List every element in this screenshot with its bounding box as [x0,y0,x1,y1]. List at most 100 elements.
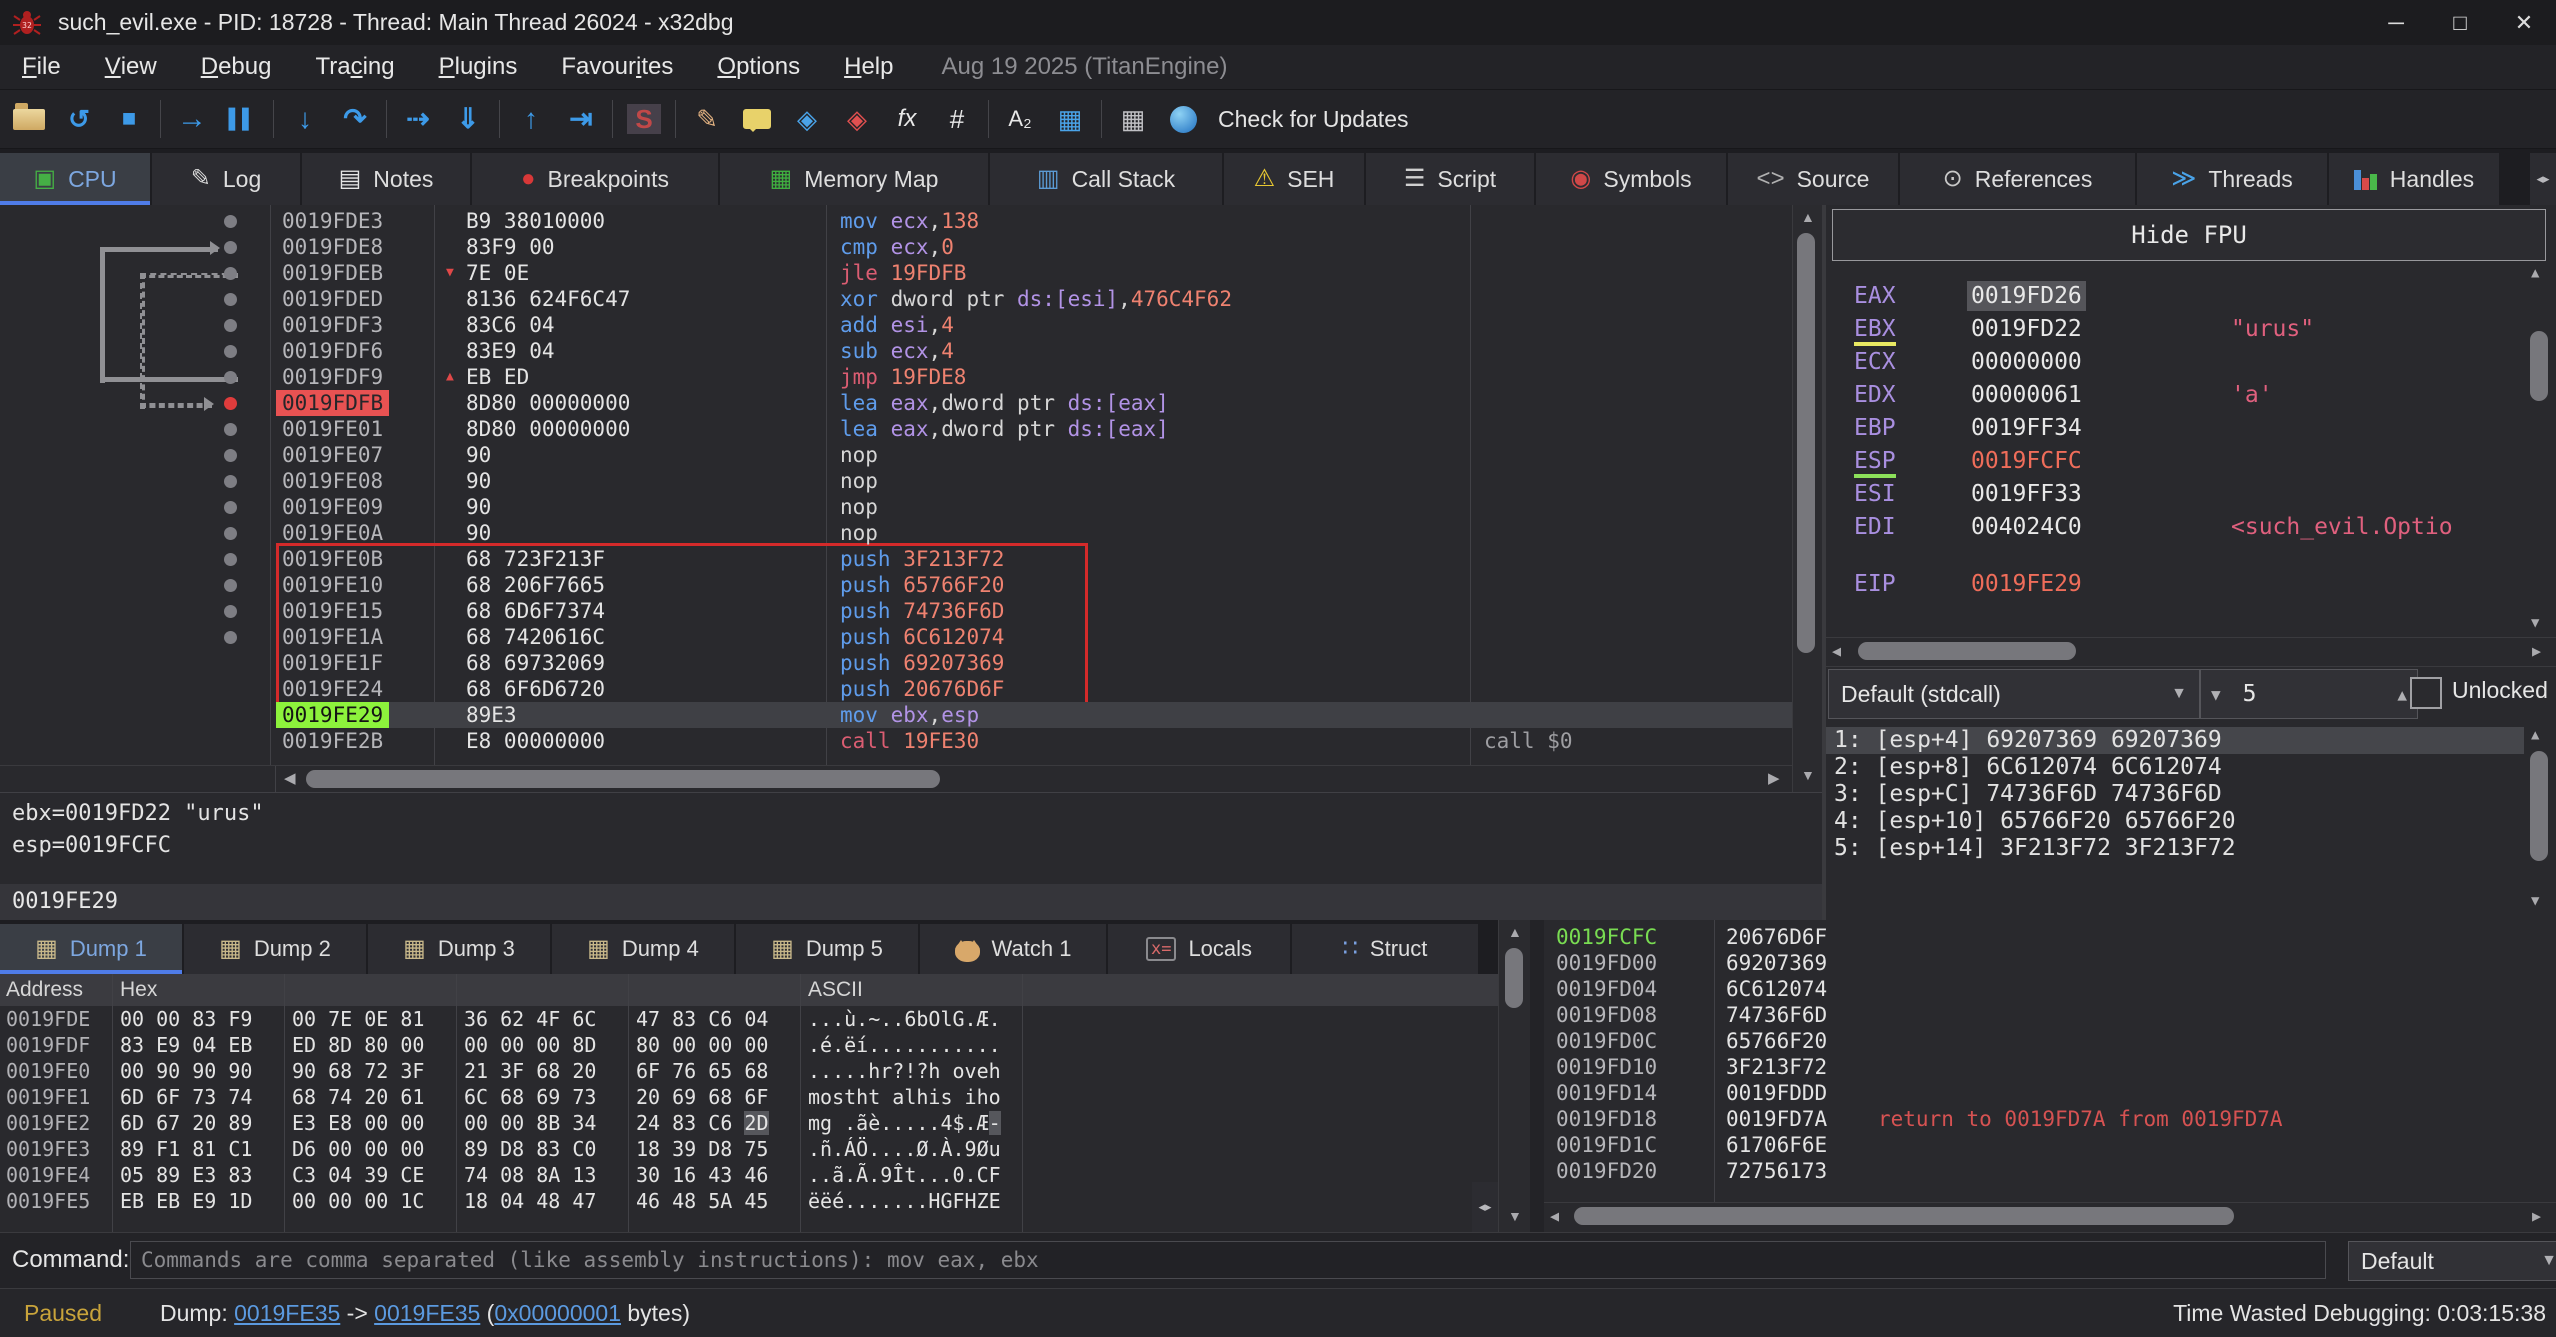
disassembly-hscrollbar[interactable]: ◀ ▶ [0,765,1792,792]
run-icon[interactable]: → [167,95,217,143]
tab-threads[interactable]: ≫ Threads [2137,153,2327,205]
scroll-thumb[interactable] [306,770,940,788]
tab-struct[interactable]: ∷ Struct [1292,924,1478,974]
register-row-ecx[interactable]: ECX 00000000 [1826,347,2526,377]
dump-to-link[interactable]: 0019FE35 [374,1300,480,1326]
calculator-icon[interactable]: ▦ [1108,95,1158,143]
tab-dump-2[interactable]: ▦ Dump 2 [184,924,366,974]
hex-dump-row[interactable]: 0019FE3 89 F1 81 C1 D6 00 00 00 89 D8 83 C0… [0,1136,1498,1162]
disasm-row[interactable]: 0019FDF9 ▲ EB ED jmp 19FDE8 [0,364,1792,390]
dump-size-link[interactable]: 0x00000001 [494,1300,621,1326]
disasm-row[interactable]: 0019FE10 68 206F7665 push 65766F20 [0,572,1792,598]
registers-vscrollbar[interactable]: ▲ ▼ [2528,265,2550,635]
hex-dump-row[interactable]: 0019FE2 6D 67 20 89 E3 E8 00 00 00 00 8B 34… [0,1110,1498,1136]
dump-vscrollbar[interactable]: ▲ ▼ [1498,920,1531,1232]
spinner-up-icon[interactable]: ▲ [2397,685,2407,704]
scroll-up-icon[interactable]: ▲ [2531,727,2539,743]
animate-icon[interactable]: S [619,95,669,143]
disasm-row[interactable]: 0019FDEB ▼ 7E 0E jle 19FDFB [0,260,1792,286]
register-row-edi[interactable]: EDI 004024C0 <such_evil.Optio [1826,512,2526,542]
argument-row[interactable]: 2: [esp+8] 6C612074 6C612074 [1826,754,2524,781]
scroll-down-icon[interactable]: ▼ [1508,1208,1522,1224]
menu-tracing[interactable]: Tra c ing [293,45,416,89]
tab-handles[interactable]: Handles [2329,153,2499,205]
menu-debug[interactable]: Debug [179,45,294,89]
tab-notes[interactable]: ▤ Notes [302,153,470,205]
tab-locals[interactable]: x= Locals [1108,924,1290,974]
open-file-icon[interactable] [4,95,54,143]
stack-row[interactable]: 0019FD1C 61706F6E [1544,1132,2556,1158]
disasm-row[interactable]: 0019FDFB 8D80 00000000 lea eax,dword ptr d… [0,390,1792,416]
scroll-thumb[interactable] [1797,233,1815,653]
functions-icon[interactable]: fx [882,95,932,143]
arguments-vscrollbar[interactable]: ▲ ▼ [2528,727,2550,917]
hex-dump-row[interactable]: 0019FE4 05 89 E3 83 C3 04 39 CE 74 08 8A 13… [0,1162,1498,1188]
argument-row[interactable]: 3: [esp+C] 74736F6D 74736F6D [1826,781,2524,808]
row-dot[interactable] [224,449,237,462]
tab-log[interactable]: ✎ Log [152,153,300,205]
labels-icon[interactable]: ◈ [782,95,832,143]
hex-dump-row[interactable]: 0019FDF 83 E9 04 EB ED 8D 80 00 00 00 00 8D… [0,1032,1498,1058]
scroll-right-icon[interactable]: ▶ [2532,1203,2541,1229]
trace-over-icon[interactable]: ⇓ [443,95,493,143]
scroll-thumb[interactable] [2530,331,2548,401]
argument-row[interactable]: 1: [esp+4] 69207369 69207369 [1826,727,2524,754]
row-dot[interactable] [224,553,237,566]
breakpoint-dot[interactable] [224,397,237,410]
scroll-down-icon[interactable]: ▼ [2531,893,2539,909]
close-button[interactable]: ✕ [2492,0,2556,45]
trace-into-icon[interactable]: ⇢ [393,95,443,143]
scroll-left-icon[interactable]: ◀ [284,766,296,792]
menu-help[interactable]: Help [822,45,915,89]
disasm-row[interactable]: 0019FDF6 83E9 04 sub ecx,4 [0,338,1792,364]
disasm-row[interactable]: 0019FE07 90 nop [0,442,1792,468]
row-dot[interactable] [224,527,237,540]
scroll-right-icon[interactable]: ▶ [2532,638,2541,664]
menu-view[interactable]: View [83,45,179,89]
tab-references[interactable]: ⊙ References [1900,153,2135,205]
scroll-up-icon[interactable]: ▲ [1801,209,1815,225]
scroll-down-icon[interactable]: ▼ [1801,767,1815,783]
scroll-right-icon[interactable]: ▶ [1768,766,1780,792]
stack-row[interactable]: 0019FCFC 20676D6F [1544,924,2556,950]
step-over-icon[interactable]: ↷ [330,95,380,143]
stack-row[interactable]: 0019FD20 72756173 [1544,1158,2556,1184]
scroll-left-icon[interactable]: ◀ [1832,638,1841,664]
argument-row[interactable]: 4: [esp+10] 65766F20 65766F20 [1826,808,2524,835]
row-dot[interactable] [224,267,237,280]
font-icon[interactable]: A₂ [995,95,1045,143]
tab-memory-map[interactable]: ▦ Memory Map [720,153,988,205]
restart-icon[interactable]: ↺ [54,95,104,143]
tab-source[interactable]: <> Source [1728,153,1898,205]
tab-cpu[interactable]: ▣ CPU [0,153,150,205]
disasm-row[interactable]: 0019FDED 8136 624F6C47 xor dword ptr ds:[e… [0,286,1792,312]
execute-till-return-icon[interactable]: ↑ [506,95,556,143]
hash-icon[interactable]: # [932,95,982,143]
row-dot[interactable] [224,501,237,514]
scroll-thumb[interactable] [1505,948,1523,1008]
menu-file[interactable]: File [0,45,83,89]
register-row-ebp[interactable]: EBP 0019FF34 [1826,413,2526,443]
row-dot[interactable] [224,241,237,254]
calling-convention-combo[interactable]: Default (stdcall) ▼ [1828,669,2200,719]
hide-fpu-button[interactable]: Hide FPU [1832,209,2546,261]
unlocked-checkbox[interactable] [2410,677,2442,709]
disasm-row[interactable]: 0019FE0A 90 nop [0,520,1792,546]
disasm-row[interactable]: 0019FDE3 B9 38010000 mov ecx,138 [0,208,1792,234]
disasm-row[interactable]: 0019FE15 68 6D6F7374 push 74736F6D [0,598,1792,624]
hex-dump-row[interactable]: 0019FDE 00 00 83 F9 00 7E 0E 81 36 62 4F 6C… [0,1006,1498,1032]
disasm-row[interactable]: 0019FDF3 83C6 04 add esi,4 [0,312,1792,338]
command-input[interactable] [130,1241,2326,1279]
tab-dump-4[interactable]: ▦ Dump 4 [552,924,734,974]
row-dot[interactable] [224,631,237,644]
patches-icon[interactable]: ✎ [682,95,732,143]
row-dot[interactable] [224,215,237,228]
register-row-esi[interactable]: ESI 0019FF33 [1826,479,2526,509]
row-dot[interactable] [224,579,237,592]
register-row-eax[interactable]: EAX 0019FD26 [1826,281,2526,311]
tab-breakpoints[interactable]: ● Breakpoints [472,153,718,205]
menu-options[interactable]: Options [695,45,822,89]
stack-row[interactable]: 0019FD14 0019FDDD [1544,1080,2556,1106]
disasm-row[interactable]: 0019FE1F 68 69732069 push 69207369 [0,650,1792,676]
hex-dump-row[interactable]: 0019FE1 6D 6F 73 74 68 74 20 61 6C 68 69 73… [0,1084,1498,1110]
